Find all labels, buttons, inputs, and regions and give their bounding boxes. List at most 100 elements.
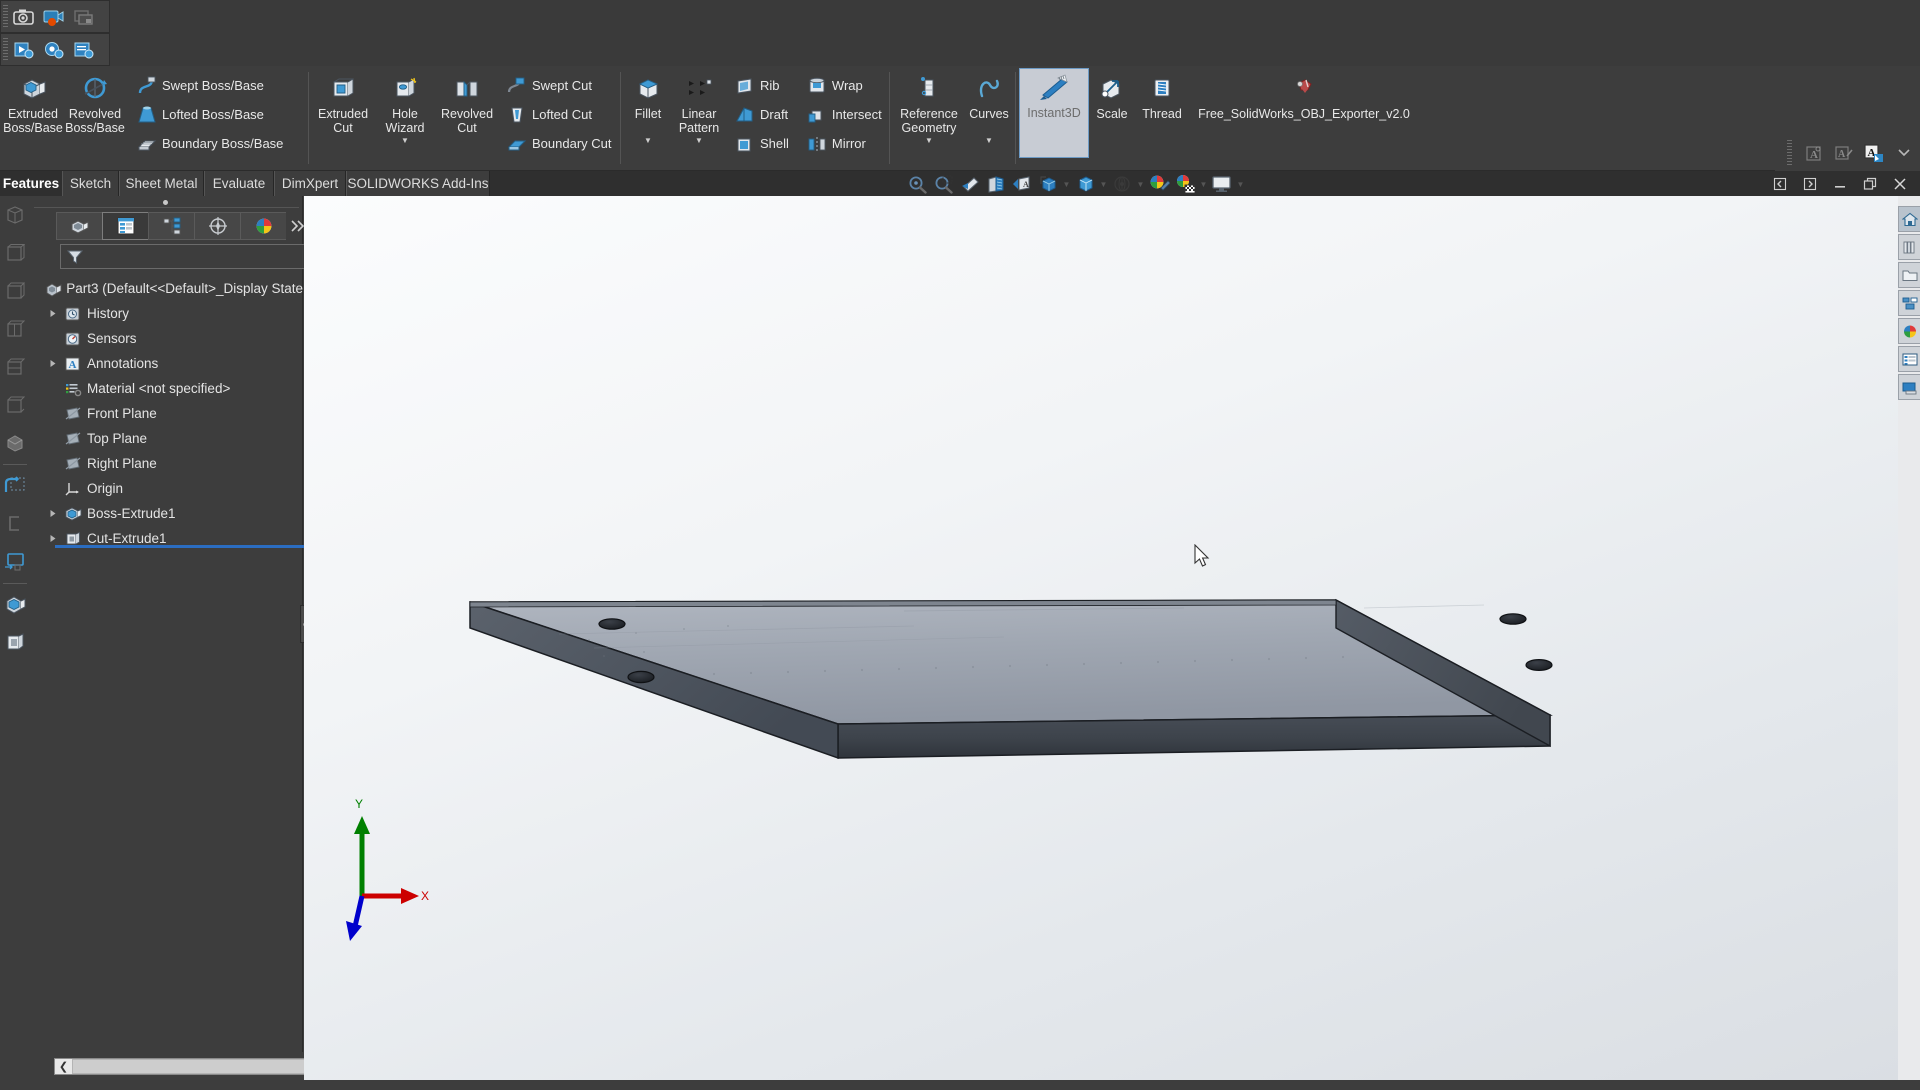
appearances-tab[interactable] bbox=[1898, 318, 1920, 344]
back-view-icon[interactable] bbox=[0, 348, 30, 386]
tree-item-boss-extrude1[interactable]: Boss-Extrude1 bbox=[30, 501, 303, 526]
apply-scene-icon[interactable]: A bbox=[1829, 140, 1859, 166]
tree-item-origin[interactable]: Origin bbox=[30, 476, 303, 501]
cut-extrude-icon[interactable] bbox=[0, 624, 30, 662]
bottom-view-icon[interactable] bbox=[0, 386, 30, 424]
rollback-bar[interactable] bbox=[55, 545, 333, 548]
right-view-icon[interactable] bbox=[0, 310, 30, 348]
hole-wizard-button[interactable]: Hole Wizard ▼ bbox=[374, 70, 436, 156]
tab-dimxpert[interactable]: DimXpert bbox=[274, 171, 346, 196]
restore-right-icon[interactable] bbox=[1795, 172, 1825, 196]
expand-arrow-icon[interactable] bbox=[44, 359, 62, 368]
chevron-down-icon[interactable]: ▼ bbox=[1098, 172, 1109, 196]
expand-arrow-icon[interactable] bbox=[44, 534, 62, 543]
reference-geometry-button[interactable]: Reference Geometry ▼ bbox=[893, 70, 965, 156]
copy-capture-icon[interactable] bbox=[69, 4, 99, 30]
chevron-down-icon[interactable]: ▼ bbox=[644, 137, 652, 145]
obj-exporter-button[interactable]: Free_SolidWorks_OBJ_Exporter_v2.0 bbox=[1189, 70, 1419, 156]
mirror-button[interactable]: Mirror bbox=[802, 129, 887, 158]
boundary-cut-button[interactable]: Boundary Cut bbox=[502, 129, 617, 158]
macro-run-icon[interactable] bbox=[9, 37, 39, 63]
chevron-down-icon[interactable]: ▼ bbox=[1061, 172, 1072, 196]
isometric-view-icon[interactable] bbox=[0, 196, 30, 234]
tree-root-part[interactable]: Part3 (Default<<Default>_Display State bbox=[30, 276, 303, 301]
lofted-boss-base-button[interactable]: Lofted Boss/Base bbox=[132, 100, 288, 129]
curves-button[interactable]: Curves ▼ bbox=[965, 70, 1013, 156]
macro-edit-icon[interactable] bbox=[69, 37, 99, 63]
video-capture-icon[interactable] bbox=[39, 4, 69, 30]
shell-button[interactable]: Shell bbox=[730, 129, 794, 158]
tab-solidworks-addins[interactable]: SOLIDWORKS Add-Ins bbox=[346, 171, 490, 196]
feature-manager-tab[interactable] bbox=[56, 212, 102, 240]
rib-button[interactable]: Rib bbox=[730, 71, 794, 100]
file-explorer-tab[interactable] bbox=[1898, 262, 1920, 288]
design-library-tab[interactable] bbox=[1898, 234, 1920, 260]
tree-filter-box[interactable] bbox=[60, 244, 330, 269]
tree-item-history[interactable]: History bbox=[30, 301, 303, 326]
tree-item-sensors[interactable]: Sensors bbox=[30, 326, 303, 351]
apply-scene-icon[interactable] bbox=[1172, 172, 1198, 196]
restore-window-icon[interactable] bbox=[1855, 172, 1885, 196]
tab-sheet-metal[interactable]: Sheet Metal bbox=[119, 171, 204, 196]
configuration-manager-tab[interactable] bbox=[148, 212, 194, 240]
edit-appearance-icon[interactable] bbox=[1109, 172, 1135, 196]
chevron-down-icon[interactable]: ▼ bbox=[925, 137, 933, 145]
toolbar-grip[interactable] bbox=[3, 5, 8, 29]
chevron-down-icon[interactable]: ▼ bbox=[985, 137, 993, 145]
tree-item-top-plane[interactable]: Top Plane bbox=[30, 426, 303, 451]
toolbar-grip-2[interactable] bbox=[3, 38, 8, 62]
scroll-left-arrow[interactable]: ❮ bbox=[55, 1059, 72, 1074]
extruded-cut-button[interactable]: Extruded Cut bbox=[312, 70, 374, 156]
fillet-button[interactable]: Fillet ▼ bbox=[624, 70, 672, 156]
revolved-boss-base-button[interactable]: Revolved Boss/Base bbox=[64, 70, 126, 156]
panel-pin-dot[interactable] bbox=[163, 200, 168, 205]
tree-horizontal-scrollbar[interactable]: ❮ ❯ bbox=[54, 1058, 333, 1075]
front-view-icon[interactable] bbox=[0, 234, 30, 272]
view-palette-tab[interactable] bbox=[1898, 290, 1920, 316]
scroll-thumb[interactable] bbox=[72, 1059, 315, 1074]
tab-features[interactable]: Features bbox=[0, 171, 62, 196]
restore-left-icon[interactable] bbox=[1765, 172, 1795, 196]
appearance-picker-icon[interactable]: A bbox=[1859, 140, 1889, 166]
graphics-viewport[interactable]: Y X bbox=[304, 196, 1920, 1080]
expand-chevron-icon[interactable] bbox=[1889, 140, 1919, 166]
tree-item-annotations[interactable]: A Annotations bbox=[30, 351, 303, 376]
screen-capture-icon[interactable] bbox=[9, 4, 39, 30]
edit-appearance-icon[interactable]: A bbox=[1799, 140, 1829, 166]
sketch-grid-icon[interactable] bbox=[0, 467, 30, 505]
chevron-down-icon[interactable]: ▼ bbox=[1235, 172, 1246, 196]
expand-arrow-icon[interactable] bbox=[44, 509, 62, 518]
boundary-boss-base-button[interactable]: Boundary Boss/Base bbox=[132, 129, 288, 158]
chevron-down-icon[interactable]: ▼ bbox=[1198, 172, 1209, 196]
display-monitor-icon[interactable] bbox=[1209, 172, 1235, 196]
thread-button[interactable]: Thread bbox=[1135, 70, 1189, 156]
sketch-entity-icon[interactable] bbox=[0, 505, 30, 543]
chevron-down-icon[interactable]: ▼ bbox=[695, 137, 703, 145]
minimize-icon[interactable] bbox=[1825, 172, 1855, 196]
3dexperience-tab[interactable] bbox=[1898, 374, 1920, 400]
zoom-to-area-icon[interactable] bbox=[931, 172, 957, 196]
property-manager-tab[interactable] bbox=[102, 212, 148, 240]
lofted-cut-button[interactable]: Lofted Cut bbox=[502, 100, 617, 129]
toolbar-grip-3[interactable] bbox=[1787, 140, 1792, 166]
section-view-icon[interactable] bbox=[983, 172, 1009, 196]
expand-arrow-icon[interactable] bbox=[44, 309, 62, 318]
wrap-button[interactable]: Wrap bbox=[802, 71, 887, 100]
instant3d-button[interactable]: Instant3D bbox=[1019, 68, 1089, 158]
tab-sketch[interactable]: Sketch bbox=[62, 171, 119, 196]
display-style-icon[interactable] bbox=[1035, 172, 1061, 196]
display-manager-tab[interactable] bbox=[240, 212, 286, 240]
linear-pattern-button[interactable]: Linear Pattern ▼ bbox=[672, 70, 726, 156]
zoom-to-fit-icon[interactable] bbox=[905, 172, 931, 196]
swept-boss-base-button[interactable]: Swept Boss/Base bbox=[132, 71, 288, 100]
top-view-icon[interactable] bbox=[0, 272, 30, 310]
dimxpert-manager-tab[interactable] bbox=[194, 212, 240, 240]
display-state-icon[interactable] bbox=[0, 543, 30, 581]
chevron-down-icon[interactable]: ▼ bbox=[1135, 172, 1146, 196]
view-orientation-icon[interactable]: A bbox=[1009, 172, 1035, 196]
close-window-icon[interactable] bbox=[1885, 172, 1915, 196]
tab-evaluate[interactable]: Evaluate bbox=[204, 171, 274, 196]
tree-item-material[interactable]: Material <not specified> bbox=[30, 376, 303, 401]
intersect-button[interactable]: Intersect bbox=[802, 100, 887, 129]
tree-filter-input[interactable] bbox=[88, 249, 329, 264]
